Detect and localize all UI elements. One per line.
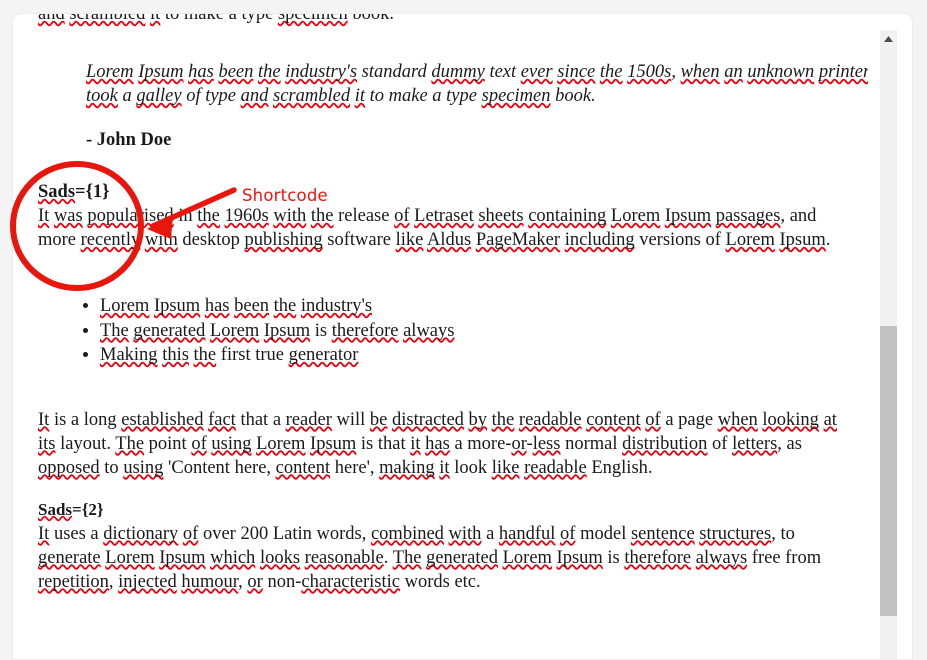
editor-card: and scrambled it to make a type specimen… [13,14,912,659]
shortcode-token-1: Sads={1} [38,182,110,202]
document-scroll-area[interactable]: and scrambled it to make a type specimen… [13,14,868,659]
scroll-up-arrow-icon[interactable] [880,30,897,47]
bullet-list: Lorem Ipsum has been the industry's The … [38,294,854,368]
list-item: Lorem Ipsum has been the industry's [100,294,854,319]
document-content: and scrambled it to make a type specimen… [38,14,868,594]
blockquote: Lorem Ipsum has been the industry's stan… [86,62,868,106]
list-item: Making this the first true generator [100,343,854,368]
blockquote-attribution: - John Doe [86,130,172,150]
paragraph-2: It is a long established fact that a rea… [38,409,837,478]
list-item: The generated Lorem Ipsum is therefore a… [100,319,854,344]
shortcode-token-2: Sads={2} [38,499,104,519]
paragraph-1: It was popularised in the 1960s with the… [38,206,831,250]
scrollbar-thumb[interactable] [880,326,897,616]
screenshot-viewport: and scrambled it to make a type specimen… [0,0,927,659]
vertical-scrollbar[interactable] [880,30,897,659]
clipped-top-line: and scrambled it to make a type specimen… [38,14,395,24]
paragraph-3: It uses a dictionary of over 200 Latin w… [38,523,822,592]
